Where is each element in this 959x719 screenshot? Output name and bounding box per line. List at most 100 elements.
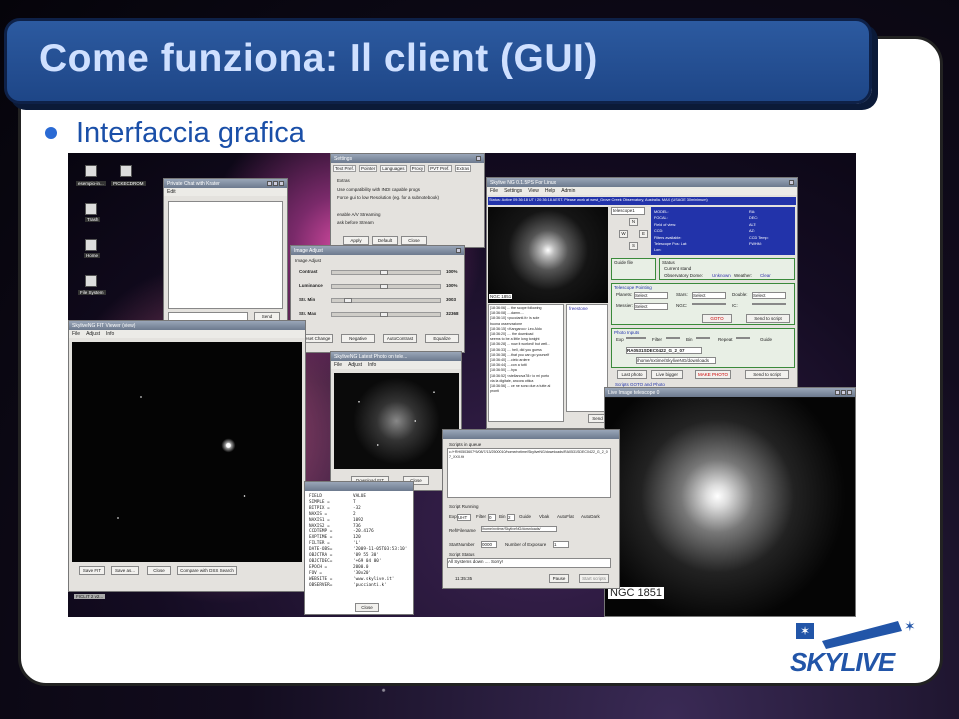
menu-settings[interactable]: Settings — [504, 188, 522, 194]
cdrom-icon[interactable] — [120, 165, 132, 177]
double-select[interactable]: Select — [752, 292, 786, 299]
status-bar: Status: Active 09:36:18 UT / 20:36:18 AE… — [488, 197, 796, 205]
fits-field: OBSERVER= — [309, 582, 333, 588]
option-ask-stream[interactable]: ask before Stream — [337, 220, 374, 225]
menu-edit[interactable]: Edit — [167, 189, 176, 195]
minimize-icon[interactable] — [835, 390, 840, 395]
bullet-text: Interfaccia grafica — [76, 117, 305, 149]
menu-file[interactable]: File — [490, 188, 498, 194]
ngc-input[interactable] — [692, 303, 726, 305]
drive-icon[interactable] — [85, 275, 97, 287]
option-low-res[interactable]: Force gui to low Resolution (eg. for a s… — [337, 195, 439, 200]
west-button[interactable]: W — [619, 230, 628, 238]
file-icon[interactable] — [85, 165, 97, 177]
fits-value: 'puccianti.k' — [353, 582, 387, 588]
double-label: Double: — [732, 292, 748, 297]
apply-button[interactable]: Apply — [343, 236, 369, 245]
send-to-script-button[interactable]: Send to script — [746, 314, 790, 323]
taskbar-item[interactable]: FICLIT 2 v2... — [74, 594, 106, 599]
close-icon[interactable] — [789, 180, 794, 185]
maximize-icon[interactable] — [841, 390, 846, 395]
south-button[interactable]: S — [629, 242, 638, 250]
live-image[interactable] — [605, 398, 855, 616]
close-icon[interactable] — [476, 156, 481, 161]
ic-input[interactable] — [752, 303, 786, 305]
str-min-slider[interactable] — [331, 298, 441, 303]
tab-pvt-pref[interactable]: PVT Pref. — [428, 165, 452, 172]
desktop-icon-label: File System — [78, 290, 106, 295]
default-button[interactable]: Default — [372, 236, 398, 245]
queue-list[interactable]: c:/+RH0503607*5/08/7/13/2500010/home/nxt… — [447, 448, 611, 498]
str-max-slider[interactable] — [331, 312, 441, 317]
guide-checkbox[interactable]: Guide — [760, 337, 772, 342]
telescope-image[interactable] — [488, 207, 608, 303]
menu-view[interactable]: View — [528, 188, 539, 194]
save-fit-button[interactable]: Save FIT — [79, 566, 105, 575]
path-input[interactable]: /home/nxtime/SkyliveNG/downloads — [636, 357, 716, 364]
close-icon[interactable] — [456, 248, 461, 253]
send-to-script-button[interactable]: Send to script — [745, 370, 789, 379]
menu-file[interactable]: File — [72, 331, 80, 337]
minimize-icon[interactable] — [267, 181, 272, 186]
equalize-button[interactable]: Equalize — [425, 334, 459, 343]
last-photo-button[interactable]: Last photo — [617, 370, 647, 379]
chat-log: [18:36:06] ... the scope following [18:36… — [488, 304, 564, 422]
planets-select[interactable]: Select — [634, 292, 668, 299]
save-as-button[interactable]: Save as... — [111, 566, 139, 575]
menu-info[interactable]: Info — [368, 362, 376, 368]
tab-extras[interactable]: Extras — [454, 165, 472, 172]
start-scripts-button[interactable]: Start scripts — [579, 574, 609, 583]
menu-info[interactable]: Info — [106, 331, 114, 337]
tab-languages[interactable]: Languages — [380, 165, 407, 172]
pause-button[interactable]: Pause — [549, 574, 569, 583]
exp-label: Exp — [449, 514, 457, 519]
trash-icon[interactable] — [85, 203, 97, 215]
close-icon[interactable] — [279, 181, 284, 186]
bin-select[interactable] — [696, 337, 710, 339]
menu-file[interactable]: File — [334, 362, 342, 368]
status-label: Script Status — [449, 552, 475, 557]
filename-input[interactable]: RA0531SDEC0422_G_2_07 — [626, 347, 702, 354]
chat-log — [168, 201, 283, 309]
close-button[interactable]: Close — [355, 603, 379, 612]
exp-input[interactable] — [626, 337, 646, 339]
close-button[interactable]: Close — [401, 236, 427, 245]
home-icon[interactable] — [85, 239, 97, 251]
fit-image[interactable] — [72, 342, 302, 562]
tab-text-pref[interactable]: Text Pref. — [333, 165, 357, 172]
contrast-slider[interactable] — [331, 270, 441, 275]
east-button[interactable]: E — [639, 230, 648, 238]
queue-label: Scripts in queue — [449, 442, 482, 447]
filter-select[interactable] — [666, 337, 680, 339]
messier-select[interactable]: Select — [634, 303, 668, 310]
menu-adjust[interactable]: Adjust — [348, 362, 362, 368]
tab-proxy[interactable]: Proxy — [409, 165, 426, 172]
start-number-value: 0000 — [481, 541, 497, 548]
option-av-streaming[interactable]: enable A/V Streaming — [337, 212, 381, 217]
negative-button[interactable]: Negative — [341, 334, 375, 343]
repeat-input[interactable] — [736, 337, 750, 339]
menu-admin[interactable]: Admin — [561, 188, 575, 194]
latest-photo-image[interactable] — [334, 373, 459, 469]
goto-button[interactable]: GOTO — [702, 314, 732, 323]
live-bigger-button[interactable]: Live bigger — [651, 370, 683, 379]
window-title: SkyliveNG FIT Viewer (view) — [72, 322, 136, 329]
status-group-label: Status — [662, 260, 675, 265]
status-text: All Systems down .... Sorry! — [447, 558, 611, 568]
option-indi[interactable]: Use compatibility with INDI capable prog… — [337, 187, 420, 192]
menu-adjust[interactable]: Adjust — [86, 331, 100, 337]
menu-help[interactable]: Help — [545, 188, 555, 194]
maximize-icon[interactable] — [273, 181, 278, 186]
telescope-select[interactable]: telescope1 — [611, 207, 645, 215]
autocontrast-button[interactable]: AutoContrast — [383, 334, 417, 343]
user-list: freestone — [566, 304, 608, 412]
close-button[interactable]: Close — [147, 566, 171, 575]
user-list-item[interactable]: freestone — [569, 306, 588, 311]
luminance-slider[interactable] — [331, 284, 441, 289]
make-photo-button[interactable]: MAKE PHOTO — [695, 370, 731, 379]
compare-dss-button[interactable]: Compare with DSS Search — [177, 566, 237, 575]
north-button[interactable]: N — [629, 218, 638, 226]
close-icon[interactable] — [847, 390, 852, 395]
stars-select[interactable]: Select — [692, 292, 726, 299]
tab-pointer[interactable]: Pointer — [359, 165, 378, 172]
